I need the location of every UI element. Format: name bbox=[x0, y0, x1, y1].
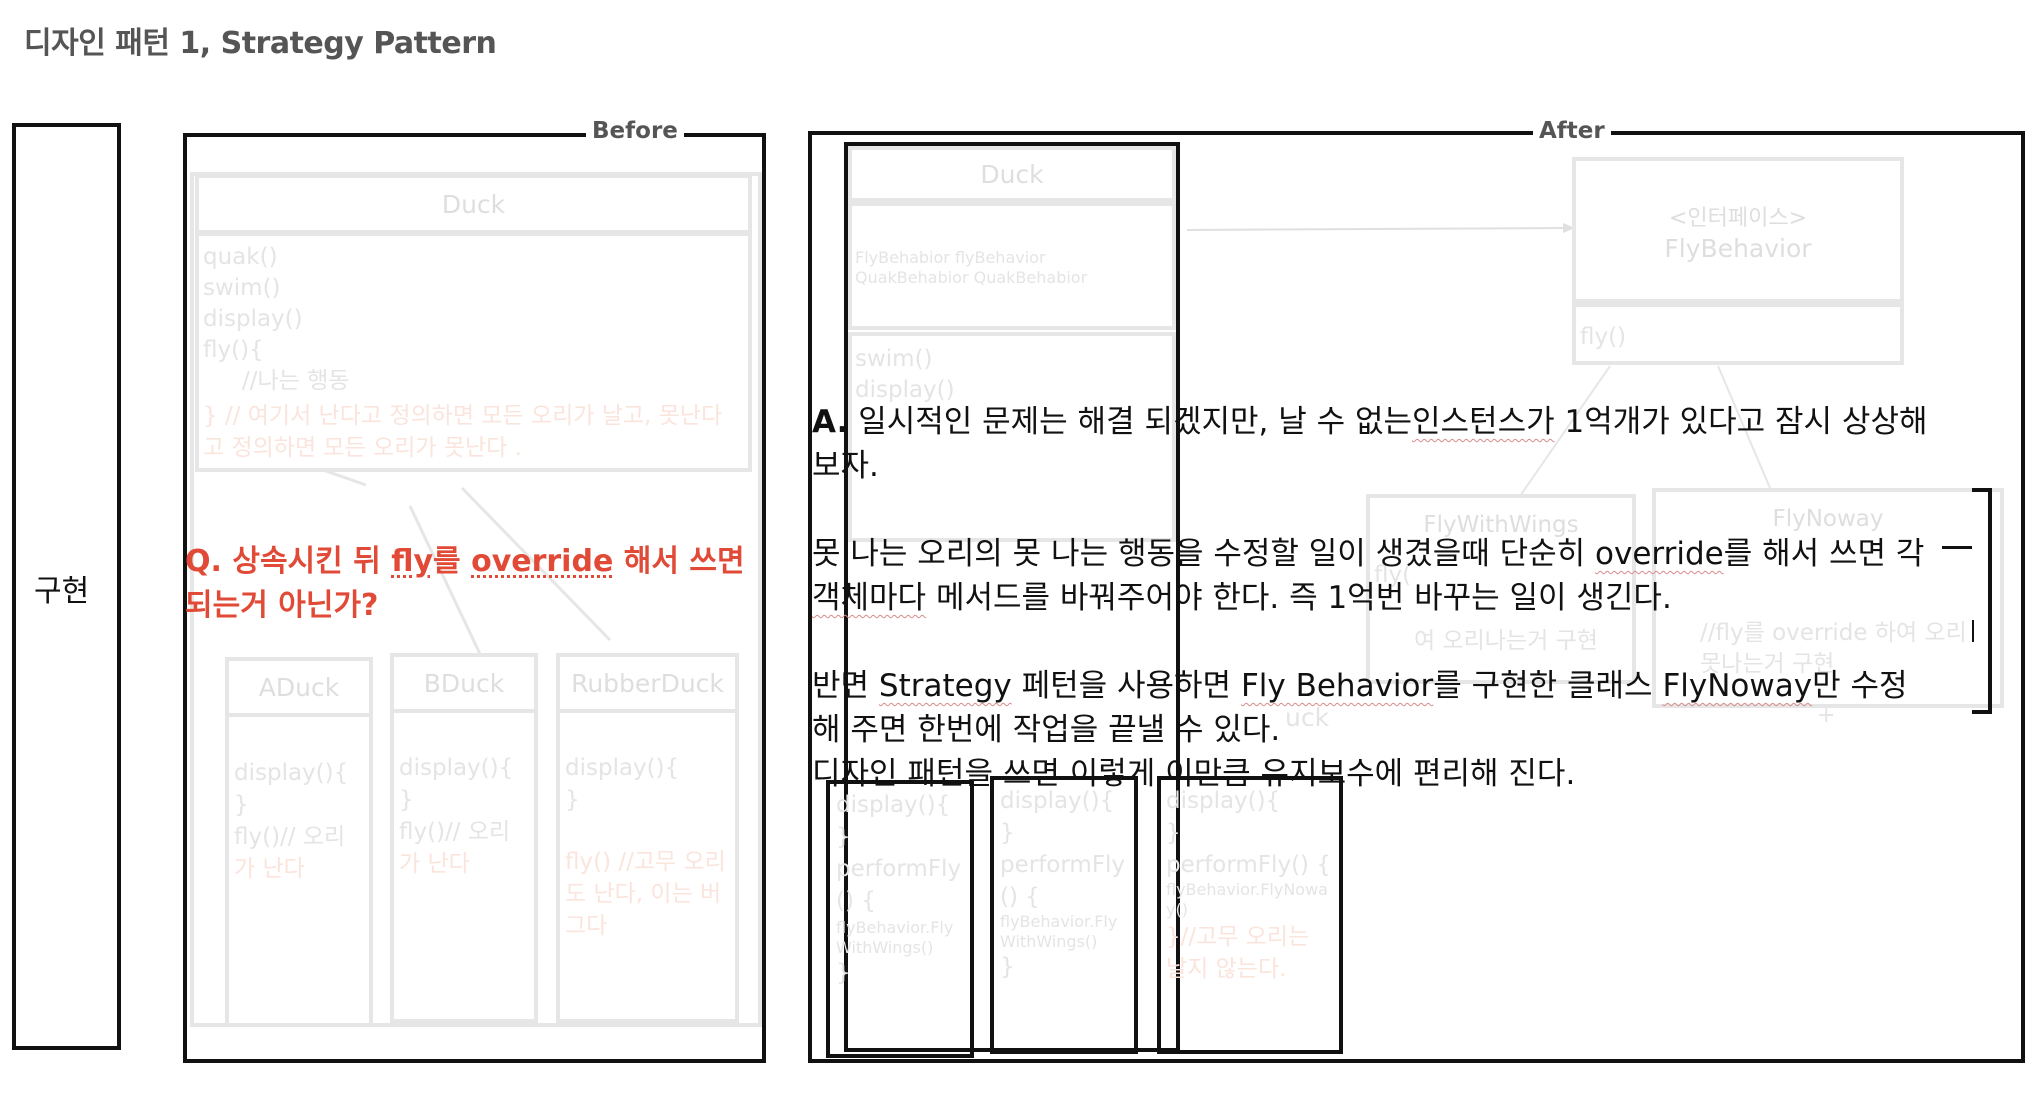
after-sub-3-small-1: flyBehavior.FlyNowa bbox=[1166, 880, 1328, 899]
before-method-2: swim() bbox=[203, 275, 281, 301]
answer-p4: 디자인 패턴을 쓰면 이렇게 이만큼 유지보수에 편리해 진다. bbox=[812, 756, 1576, 792]
side-label: 구현 bbox=[34, 574, 90, 609]
before-aduck-line-3: fly()// 오리 bbox=[234, 824, 346, 850]
after-sub-1-line-3: performFly bbox=[836, 856, 962, 882]
answer-p3-c: 페턴을 사용하면 bbox=[1011, 668, 1241, 704]
answer-p2-d: 객체마다 bbox=[812, 580, 927, 616]
answer-p3-f: FlyNoway bbox=[1662, 668, 1813, 704]
before-method-4: fly(){ bbox=[203, 337, 264, 363]
before-rubber-line-4: fly() //고무 오리 bbox=[565, 849, 726, 875]
after-sub-1-line-4: () { bbox=[836, 888, 876, 914]
before-aduck-line-2: } bbox=[234, 792, 249, 818]
answer-p1-b: 일시적인 문제는 해결 되겠지만, 날 수 없는 bbox=[848, 404, 1413, 440]
interface-stereotype: <인터페이스> bbox=[1668, 206, 1808, 231]
answer-paragraph-3: 반면 Strategy 페턴을 사용하면 Fly Behavior를 구현한 클… bbox=[812, 664, 1992, 796]
after-sub-2-line-3: performFly bbox=[1000, 852, 1126, 878]
before-bduck-line-2: } bbox=[399, 787, 414, 813]
answer-p3-d: Fly Behavior bbox=[1240, 668, 1434, 704]
before-note: } // 여기서 난다고 정의하면 모든 오리가 날고, 못난다 bbox=[203, 403, 723, 429]
answer-p1-d: 1억개가 있다고 잠시 상상해 bbox=[1554, 404, 1928, 440]
answer-p2-e: 메서드를 바꿔주어야 한다. 즉 1억번 바꾸는 일이 생긴다. bbox=[926, 580, 1672, 616]
before-aduck-line-1: display(){ bbox=[234, 760, 349, 786]
before-bduck-line-4: 가 난다 bbox=[399, 851, 470, 877]
answer-p3-b: Strategy bbox=[878, 668, 1012, 704]
question-line2: 되는거 아닌가? bbox=[185, 588, 379, 623]
after-sub-2-small-2: WithWings() bbox=[1000, 932, 1098, 951]
answer-paragraph-1: A. 일시적인 문제는 해결 되겠지만, 날 수 없는인스턴스가 1억개가 있다… bbox=[812, 400, 1992, 488]
after-sub-1-small-1: flyBehavior.Fly bbox=[836, 918, 954, 937]
before-comment: //나는 행동 bbox=[242, 368, 350, 394]
answer-text: A. 일시적인 문제는 해결 되겠지만, 날 수 없는인스턴스가 1억개가 있다… bbox=[812, 400, 1992, 796]
before-rubberduck-name: RubberDuck bbox=[571, 669, 724, 698]
before-rubber-line-5: 도 난다, 이는 버 bbox=[565, 881, 722, 907]
answer-p1-e: 보자. bbox=[812, 448, 879, 484]
interface-method: fly() bbox=[1580, 324, 1627, 350]
after-label: After bbox=[1533, 118, 1611, 144]
question-prefix: Q. 상속시킨 뒤 bbox=[185, 544, 392, 579]
interface-name: FlyBehavior bbox=[1664, 234, 1812, 263]
before-rubber-line-6: 그다 bbox=[565, 913, 608, 939]
before-bduck-line-3: fly()// 오리 bbox=[399, 819, 511, 845]
answer-a-label: A. bbox=[812, 404, 849, 440]
before-aduck-line-4: 가 난다 bbox=[234, 856, 305, 882]
after-sub-1-small-2: WithWings() bbox=[836, 938, 934, 957]
question-mid: 를 bbox=[433, 544, 472, 579]
after-sub-2-line-2: } bbox=[1000, 820, 1015, 846]
after-field-1: FlyBehabior flyBehavior bbox=[855, 248, 1046, 267]
answer-paragraph-2: 못 나는 오리의 못 나는 행동을 수정할 일이 생겼을때 단순히 overri… bbox=[812, 532, 1992, 620]
answer-p3-a: 반면 bbox=[812, 668, 879, 704]
question-fly: fly bbox=[391, 544, 434, 579]
question-suffix: 해서 쓰면 bbox=[613, 544, 745, 579]
question-text: Q. 상속시킨 뒤 fly를 override 해서 쓰면 되는거 아닌가? bbox=[185, 540, 765, 628]
after-sub-2-small-1: flyBehavior.Fly bbox=[1000, 912, 1118, 931]
page-title: 디자인 패턴 1, Strategy Pattern bbox=[24, 26, 497, 61]
before-rubber-line-1: display(){ bbox=[565, 755, 680, 781]
after-sub-3-line-2: } bbox=[1166, 820, 1181, 846]
answer-p3-h: 해 주면 한번에 작업을 끝낼 수 있다. bbox=[812, 712, 1281, 748]
before-duck-name: Duck bbox=[441, 190, 506, 219]
before-bduck-line-1: display(){ bbox=[399, 755, 514, 781]
answer-p2-a: 못 나는 오리의 못 나는 행동을 수정할 일이 생겼을때 단순히 bbox=[812, 536, 1596, 572]
after-sub-3-line-3: performFly() { bbox=[1166, 852, 1331, 878]
after-method-1: swim() bbox=[855, 346, 933, 372]
after-sub-1-line-2: } bbox=[836, 824, 851, 850]
after-sub-3-end: }//고무 오리는 bbox=[1166, 924, 1310, 950]
after-sub-2-line-4: () { bbox=[1000, 884, 1040, 910]
after-sub-3-small-2: y() bbox=[1166, 900, 1188, 919]
before-method-1: quak() bbox=[203, 244, 278, 270]
before-rubber-line-2: } bbox=[565, 787, 580, 813]
before-aduck-name: ADuck bbox=[258, 673, 340, 702]
after-duck-name: Duck bbox=[980, 160, 1044, 189]
answer-p2-b: override bbox=[1595, 536, 1724, 572]
after-field-2: QuakBehabior QuakBehabior bbox=[855, 268, 1088, 287]
before-method-3: display() bbox=[203, 306, 303, 332]
after-sub-1-end: } bbox=[836, 960, 851, 986]
before-label: Before bbox=[586, 118, 684, 144]
answer-p3-g: 만 수정 bbox=[1812, 668, 1908, 704]
after-composition-arrow bbox=[1186, 223, 1575, 233]
answer-p2-c: 를 해서 쓰면 각 bbox=[1723, 536, 1925, 572]
before-note-2: 고 정의하면 모든 오리가 못난다 . bbox=[203, 435, 522, 461]
answer-p3-e: 를 구현한 클래스 bbox=[1433, 668, 1663, 704]
after-sub-3-end-2: 날지 않는다. bbox=[1166, 956, 1287, 982]
question-override: override bbox=[471, 544, 614, 579]
before-bduck-name: BDuck bbox=[423, 669, 505, 698]
after-sub-2-end: } bbox=[1000, 954, 1015, 980]
answer-p1-c: 인스턴스가 bbox=[1412, 404, 1555, 440]
